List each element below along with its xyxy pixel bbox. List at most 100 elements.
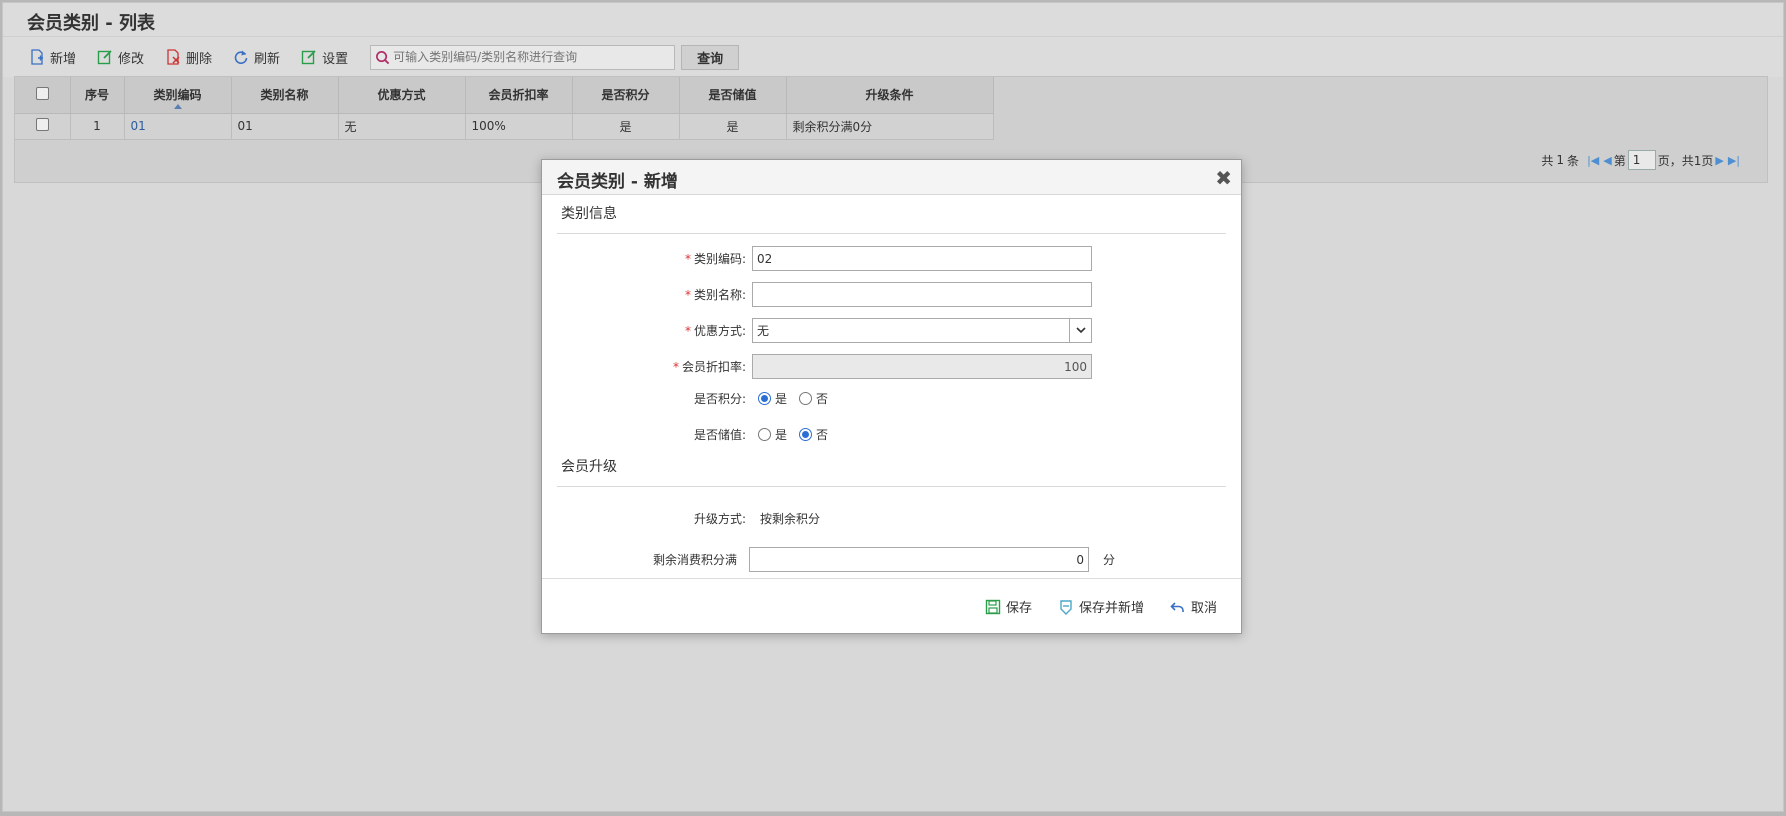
upgrade-mode-label: 升级方式: [693, 512, 746, 526]
discount-label: 优惠方式: [693, 324, 746, 338]
upgrade-mode-row: 升级方式: 按剩余积分 [542, 510, 820, 527]
sort-asc-icon [173, 103, 182, 109]
edit-button-label: 修改 [118, 51, 145, 67]
search-input[interactable] [393, 50, 669, 64]
required-marker: * [684, 324, 691, 338]
code-label: 类别编码: [693, 252, 746, 266]
search-box [370, 44, 676, 70]
discount-mode-select[interactable]: 无 [752, 318, 1092, 343]
dialog-title: 会员类别 - 新增 [557, 172, 678, 192]
add-category-dialog: 会员类别 - 新增 ✖ 类别信息 * 类别编码: 02 * 类别名称: * 优惠方式:… [541, 159, 1242, 634]
undo-icon [1170, 599, 1186, 615]
refresh-button-label: 刷新 [254, 51, 281, 67]
cell-stored-value: 是 [679, 113, 787, 140]
section-category-info: 类别信息 [557, 203, 1226, 234]
pager-total-count: 1 [1556, 153, 1565, 167]
cell-code: 01 [124, 113, 232, 140]
row-select-cell [15, 113, 71, 140]
save-and-new-button[interactable]: 保存并新增 [1058, 597, 1144, 616]
query-button[interactable]: 查询 [681, 44, 740, 70]
required-marker: * [672, 360, 679, 374]
code-link[interactable]: 01 [131, 119, 146, 133]
name-label: 类别名称: [693, 288, 746, 302]
table-header-row: 序号 类别编码 类别名称 优惠方式 会员折扣率 是否积分 是否储值 升级条件 [15, 77, 994, 114]
points-label: 是否积分: [693, 392, 746, 406]
column-header[interactable]: 优惠方式 [338, 77, 466, 114]
add-button[interactable]: 新增 [28, 48, 76, 67]
cancel-button[interactable]: 取消 [1170, 597, 1217, 616]
delete-button-label: 删除 [186, 51, 213, 67]
cell-points: 是 [572, 113, 680, 140]
save-and-new-icon [1058, 599, 1074, 615]
save-and-new-button-label: 保存并新增 [1078, 601, 1144, 616]
refresh-button[interactable]: 刷新 [232, 48, 280, 67]
row-checkbox[interactable] [35, 118, 49, 131]
last-page-icon[interactable]: ▶| [1728, 154, 1740, 167]
stored-no-radio[interactable] [799, 428, 813, 441]
threshold-row: 剩余消费积分满 0 分 [542, 547, 1115, 572]
threshold-label: 剩余消费积分满 [652, 553, 737, 567]
section-member-upgrade: 会员升级 [557, 456, 1226, 487]
edit-button[interactable]: 修改 [96, 48, 144, 67]
add-file-icon [28, 48, 46, 66]
cell-discount-mode: 无 [338, 113, 466, 140]
name-label-wrap: * 类别名称: [542, 286, 752, 303]
stored-label: 是否储值: [693, 428, 746, 442]
refresh-icon [232, 48, 250, 66]
column-header[interactable]: 是否积分 [572, 77, 680, 114]
discount-row: * 优惠方式: 无 [542, 318, 1092, 343]
save-button[interactable]: 保存 [985, 597, 1032, 616]
rate-label-wrap: * 会员折扣率: [542, 358, 752, 375]
prev-page-icon[interactable]: ◀ [1603, 154, 1611, 167]
cell-upgrade: 剩余积分满0分 [786, 113, 994, 140]
save-button-label: 保存 [1005, 601, 1032, 616]
code-label-wrap: * 类别编码: [542, 250, 752, 267]
rate-row: * 会员折扣率: 100 [542, 354, 1092, 379]
category-code-field[interactable]: 02 [752, 246, 1092, 271]
category-name-field[interactable] [752, 282, 1092, 307]
points-no-radio[interactable] [799, 392, 813, 405]
next-page-icon[interactable]: ▶ [1715, 154, 1723, 167]
stored-yes-radio[interactable] [758, 428, 771, 441]
cell-index: 1 [70, 113, 125, 140]
pager-total-suffix: 条 [1567, 153, 1580, 168]
points-no-label: 否 [816, 392, 829, 406]
cancel-button-label: 取消 [1190, 601, 1217, 616]
column-header[interactable]: 类别名称 [231, 77, 339, 114]
required-marker: * [684, 252, 691, 266]
table-row[interactable]: 1 01 01 无 100% 是 是 剩余积分满0分 [15, 113, 994, 140]
page-number-input[interactable]: 1 [1627, 150, 1656, 170]
column-header[interactable]: 升级条件 [786, 77, 994, 114]
close-icon[interactable]: ✖ [1215, 166, 1232, 190]
select-all-checkbox[interactable] [35, 86, 49, 100]
stored-row: 是否储值: 是 否 [542, 426, 828, 443]
first-page-icon[interactable]: |◀ [1587, 154, 1599, 167]
threshold-unit: 分 [1103, 553, 1116, 567]
cell-rate: 100% [465, 113, 573, 140]
settings-button[interactable]: 设置 [300, 48, 348, 67]
dialog-footer: 保存 保存并新增 取消 [542, 578, 1241, 634]
toolbar: 新增 修改 删除 刷新 设置 可输入类别编码/类别名称进行查询 查询 [3, 37, 1783, 77]
column-header[interactable]: 是否储值 [679, 77, 787, 114]
page-title: 会员类别 - 列表 [3, 3, 1783, 37]
name-row: * 类别名称: [542, 282, 1092, 307]
discount-label-wrap: * 优惠方式: [542, 322, 752, 339]
code-row: * 类别编码: 02 [542, 246, 1092, 271]
points-yes-label: 是 [775, 392, 788, 406]
dialog-header: 会员类别 - 新增 ✖ [542, 160, 1241, 195]
chevron-down-icon[interactable] [1069, 319, 1091, 342]
rate-label: 会员折扣率: [681, 360, 746, 374]
discount-mode-value: 无 [757, 324, 770, 338]
save-icon [985, 599, 1001, 615]
settings-icon [300, 48, 318, 66]
column-header-sorted[interactable]: 类别编码 [124, 77, 232, 114]
column-header[interactable]: 序号 [70, 77, 125, 114]
pager-page-suffix: 页，共1页 [1657, 153, 1714, 168]
required-marker: * [684, 288, 691, 302]
delete-button[interactable]: 删除 [164, 48, 212, 67]
upgrade-mode-value: 按剩余积分 [760, 512, 821, 526]
column-header[interactable]: 会员折扣率 [465, 77, 573, 114]
points-threshold-field[interactable]: 0 [749, 547, 1089, 572]
settings-button-label: 设置 [322, 51, 349, 67]
points-yes-radio[interactable] [758, 392, 771, 405]
